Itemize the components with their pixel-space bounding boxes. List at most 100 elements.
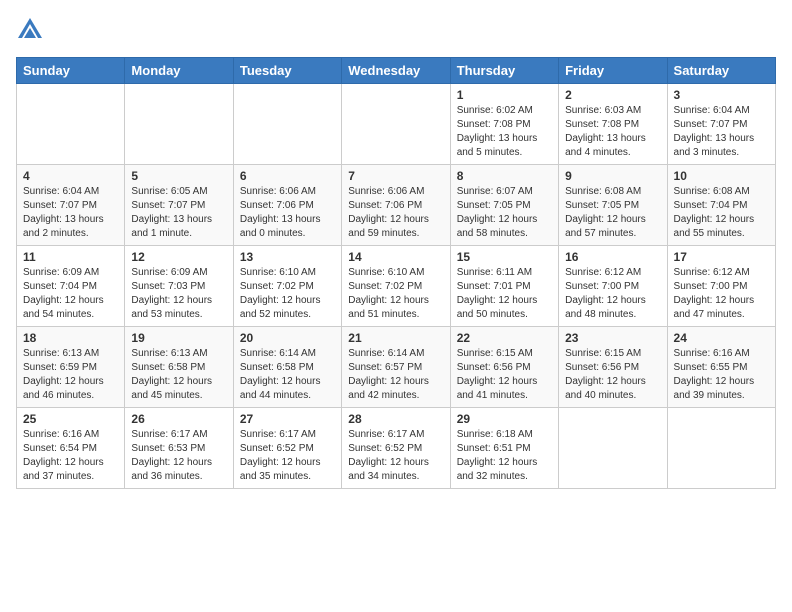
week-row-1: 1 Sunrise: 6:02 AM Sunset: 7:08 PM Daylig… xyxy=(17,84,776,165)
day-info: Sunrise: 6:10 AM Sunset: 7:02 PM Dayligh… xyxy=(240,266,335,322)
day-cell: 15 Sunrise: 6:11 AM Sunset: 7:01 PM Dayli… xyxy=(450,246,558,327)
day-cell: 28 Sunrise: 6:17 AM Sunset: 6:52 PM Dayli… xyxy=(342,408,450,489)
day-number: 27 xyxy=(240,412,335,426)
day-cell xyxy=(667,408,775,489)
weekday-header-row: SundayMondayTuesdayWednesdayThursdayFrid… xyxy=(17,58,776,84)
day-cell xyxy=(125,84,233,165)
day-info: Sunrise: 6:16 AM Sunset: 6:55 PM Dayligh… xyxy=(674,347,769,403)
day-info: Sunrise: 6:13 AM Sunset: 6:58 PM Dayligh… xyxy=(131,347,226,403)
day-number: 20 xyxy=(240,331,335,345)
day-info: Sunrise: 6:09 AM Sunset: 7:04 PM Dayligh… xyxy=(23,266,118,322)
day-cell: 25 Sunrise: 6:16 AM Sunset: 6:54 PM Dayli… xyxy=(17,408,125,489)
weekday-header-wednesday: Wednesday xyxy=(342,58,450,84)
day-info: Sunrise: 6:11 AM Sunset: 7:01 PM Dayligh… xyxy=(457,266,552,322)
week-row-2: 4 Sunrise: 6:04 AM Sunset: 7:07 PM Daylig… xyxy=(17,165,776,246)
day-cell xyxy=(233,84,341,165)
day-info: Sunrise: 6:12 AM Sunset: 7:00 PM Dayligh… xyxy=(674,266,769,322)
day-number: 4 xyxy=(23,169,118,183)
day-cell: 9 Sunrise: 6:08 AM Sunset: 7:05 PM Daylig… xyxy=(559,165,667,246)
week-row-5: 25 Sunrise: 6:16 AM Sunset: 6:54 PM Dayli… xyxy=(17,408,776,489)
day-cell: 7 Sunrise: 6:06 AM Sunset: 7:06 PM Daylig… xyxy=(342,165,450,246)
day-info: Sunrise: 6:08 AM Sunset: 7:05 PM Dayligh… xyxy=(565,185,660,241)
day-cell: 20 Sunrise: 6:14 AM Sunset: 6:58 PM Dayli… xyxy=(233,327,341,408)
day-info: Sunrise: 6:02 AM Sunset: 7:08 PM Dayligh… xyxy=(457,104,552,160)
weekday-header-friday: Friday xyxy=(559,58,667,84)
week-row-4: 18 Sunrise: 6:13 AM Sunset: 6:59 PM Dayli… xyxy=(17,327,776,408)
day-info: Sunrise: 6:13 AM Sunset: 6:59 PM Dayligh… xyxy=(23,347,118,403)
day-cell: 8Sunrise: 6:07 AM Sunset: 7:05 PM Daylig… xyxy=(450,165,558,246)
weekday-header-saturday: Saturday xyxy=(667,58,775,84)
day-cell: 29 Sunrise: 6:18 AM Sunset: 6:51 PM Dayli… xyxy=(450,408,558,489)
day-number: 7 xyxy=(348,169,443,183)
day-number: 10 xyxy=(674,169,769,183)
day-info: Sunrise: 6:04 AM Sunset: 7:07 PM Dayligh… xyxy=(23,185,118,241)
day-info: Sunrise: 6:17 AM Sunset: 6:52 PM Dayligh… xyxy=(348,428,443,484)
header xyxy=(16,16,776,49)
day-number: 21 xyxy=(348,331,443,345)
day-info: Sunrise: 6:10 AM Sunset: 7:02 PM Dayligh… xyxy=(348,266,443,322)
day-info: Sunrise: 6:16 AM Sunset: 6:54 PM Dayligh… xyxy=(23,428,118,484)
day-cell: 6 Sunrise: 6:06 AM Sunset: 7:06 PM Daylig… xyxy=(233,165,341,246)
day-cell: 17 Sunrise: 6:12 AM Sunset: 7:00 PM Dayli… xyxy=(667,246,775,327)
day-info: Sunrise: 6:15 AM Sunset: 6:56 PM Dayligh… xyxy=(565,347,660,403)
day-cell: 23 Sunrise: 6:15 AM Sunset: 6:56 PM Dayli… xyxy=(559,327,667,408)
day-cell: 21 Sunrise: 6:14 AM Sunset: 6:57 PM Dayli… xyxy=(342,327,450,408)
day-number: 2 xyxy=(565,88,660,102)
day-cell: 24 Sunrise: 6:16 AM Sunset: 6:55 PM Dayli… xyxy=(667,327,775,408)
week-row-3: 11 Sunrise: 6:09 AM Sunset: 7:04 PM Dayli… xyxy=(17,246,776,327)
day-number: 28 xyxy=(348,412,443,426)
day-number: 19 xyxy=(131,331,226,345)
day-number: 5 xyxy=(131,169,226,183)
day-info: Sunrise: 6:06 AM Sunset: 7:06 PM Dayligh… xyxy=(348,185,443,241)
day-cell xyxy=(17,84,125,165)
weekday-header-tuesday: Tuesday xyxy=(233,58,341,84)
day-cell: 10 Sunrise: 6:08 AM Sunset: 7:04 PM Dayli… xyxy=(667,165,775,246)
day-number: 15 xyxy=(457,250,552,264)
day-number: 24 xyxy=(674,331,769,345)
day-cell: 27Sunrise: 6:17 AM Sunset: 6:52 PM Dayli… xyxy=(233,408,341,489)
day-number: 1 xyxy=(457,88,552,102)
calendar: SundayMondayTuesdayWednesdayThursdayFrid… xyxy=(16,57,776,489)
day-cell: 19 Sunrise: 6:13 AM Sunset: 6:58 PM Dayli… xyxy=(125,327,233,408)
day-number: 9 xyxy=(565,169,660,183)
day-cell: 11 Sunrise: 6:09 AM Sunset: 7:04 PM Dayli… xyxy=(17,246,125,327)
day-number: 17 xyxy=(674,250,769,264)
weekday-header-monday: Monday xyxy=(125,58,233,84)
day-cell: 16Sunrise: 6:12 AM Sunset: 7:00 PM Dayli… xyxy=(559,246,667,327)
day-info: Sunrise: 6:18 AM Sunset: 6:51 PM Dayligh… xyxy=(457,428,552,484)
day-number: 18 xyxy=(23,331,118,345)
logo xyxy=(16,16,48,49)
day-number: 6 xyxy=(240,169,335,183)
day-info: Sunrise: 6:08 AM Sunset: 7:04 PM Dayligh… xyxy=(674,185,769,241)
day-number: 14 xyxy=(348,250,443,264)
day-number: 13 xyxy=(240,250,335,264)
day-number: 12 xyxy=(131,250,226,264)
day-number: 25 xyxy=(23,412,118,426)
day-info: Sunrise: 6:17 AM Sunset: 6:53 PM Dayligh… xyxy=(131,428,226,484)
day-info: Sunrise: 6:03 AM Sunset: 7:08 PM Dayligh… xyxy=(565,104,660,160)
day-cell xyxy=(559,408,667,489)
logo-icon xyxy=(16,16,44,49)
day-cell: 2 Sunrise: 6:03 AM Sunset: 7:08 PM Daylig… xyxy=(559,84,667,165)
day-number: 11 xyxy=(23,250,118,264)
day-cell: 5 Sunrise: 6:05 AM Sunset: 7:07 PM Daylig… xyxy=(125,165,233,246)
day-info: Sunrise: 6:14 AM Sunset: 6:57 PM Dayligh… xyxy=(348,347,443,403)
day-number: 29 xyxy=(457,412,552,426)
day-info: Sunrise: 6:05 AM Sunset: 7:07 PM Dayligh… xyxy=(131,185,226,241)
day-number: 26 xyxy=(131,412,226,426)
day-number: 16 xyxy=(565,250,660,264)
day-info: Sunrise: 6:04 AM Sunset: 7:07 PM Dayligh… xyxy=(674,104,769,160)
day-cell: 22 Sunrise: 6:15 AM Sunset: 6:56 PM Dayli… xyxy=(450,327,558,408)
day-info: Sunrise: 6:14 AM Sunset: 6:58 PM Dayligh… xyxy=(240,347,335,403)
day-number: 22 xyxy=(457,331,552,345)
day-info: Sunrise: 6:09 AM Sunset: 7:03 PM Dayligh… xyxy=(131,266,226,322)
day-info: Sunrise: 6:15 AM Sunset: 6:56 PM Dayligh… xyxy=(457,347,552,403)
day-cell xyxy=(342,84,450,165)
weekday-header-sunday: Sunday xyxy=(17,58,125,84)
day-number: 8 xyxy=(457,169,552,183)
day-cell: 26 Sunrise: 6:17 AM Sunset: 6:53 PM Dayli… xyxy=(125,408,233,489)
day-info: Sunrise: 6:06 AM Sunset: 7:06 PM Dayligh… xyxy=(240,185,335,241)
day-cell: 14 Sunrise: 6:10 AM Sunset: 7:02 PM Dayli… xyxy=(342,246,450,327)
day-cell: 13 Sunrise: 6:10 AM Sunset: 7:02 PM Dayli… xyxy=(233,246,341,327)
day-number: 23 xyxy=(565,331,660,345)
